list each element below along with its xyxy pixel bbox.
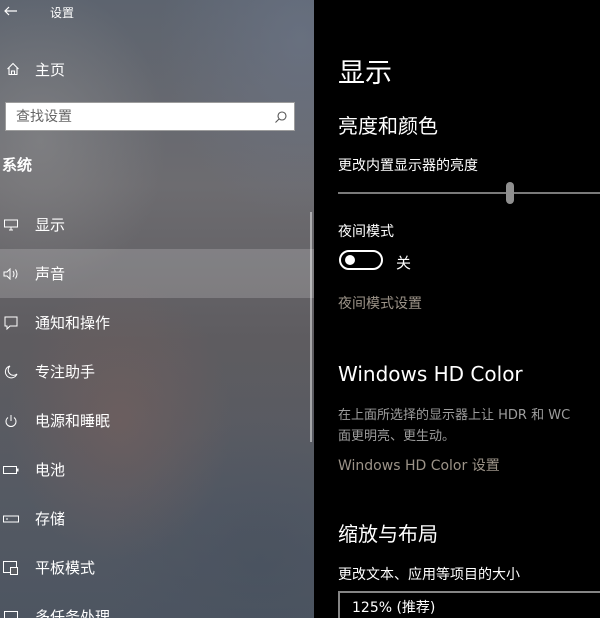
- main-content: 显示 亮度和颜色 更改内置显示器的亮度 夜间模式 关 夜间模式设置 Window…: [314, 0, 600, 618]
- brightness-slider[interactable]: [338, 192, 600, 194]
- sidebar-item-label: 通知和操作: [35, 314, 111, 332]
- sidebar-item-multitasking[interactable]: 多任务处理: [0, 592, 314, 618]
- brightness-heading: 亮度和颜色: [338, 114, 438, 138]
- sidebar-item-label: 电池: [35, 461, 66, 479]
- home-icon: [0, 62, 26, 76]
- search-icon[interactable]: [274, 109, 288, 128]
- multitask-icon: [0, 610, 22, 618]
- power-icon: [0, 414, 22, 428]
- monitor-icon: [0, 219, 22, 231]
- hd-description-line: 面更明亮、更生动。: [338, 429, 456, 444]
- storage-icon: [0, 514, 22, 524]
- home-nav-item[interactable]: 主页: [0, 55, 314, 83]
- sidebar-item-label: 电源和睡眠: [35, 412, 111, 430]
- sidebar-item-sound[interactable]: 声音: [0, 249, 314, 298]
- sidebar-item-label: 声音: [35, 265, 66, 283]
- title-bar: 设置: [0, 0, 314, 22]
- sidebar-item-label: 多任务处理: [35, 608, 111, 618]
- sidebar-item-label: 存储: [35, 510, 66, 528]
- brightness-label: 更改内置显示器的亮度: [338, 158, 478, 174]
- hd-color-description: 在上面所选择的显示器上让 HDR 和 WC 面更明亮、更生动。: [338, 405, 600, 447]
- night-mode-label: 夜间模式: [338, 224, 394, 240]
- hd-description-line: 在上面所选择的显示器上让 HDR 和 WC: [338, 408, 571, 423]
- section-title: 系统: [2, 156, 33, 174]
- speaker-icon: [0, 267, 22, 280]
- night-mode-toggle[interactable]: [339, 250, 383, 270]
- sidebar-item-battery[interactable]: 电池: [0, 445, 314, 494]
- sidebar-item-label: 平板模式: [35, 559, 96, 577]
- scale-dropdown[interactable]: 125% (推荐): [338, 591, 600, 618]
- sidebar: 设置 主页 系统 显示 声音 通知和操作: [0, 0, 314, 618]
- brightness-slider-thumb[interactable]: [506, 182, 514, 204]
- hd-color-settings-link[interactable]: Windows HD Color 设置: [338, 455, 500, 475]
- search-box[interactable]: [5, 102, 295, 131]
- moon-icon: [0, 365, 22, 379]
- sidebar-item-notifications[interactable]: 通知和操作: [0, 298, 314, 347]
- sidebar-item-power[interactable]: 电源和睡眠: [0, 396, 314, 445]
- page-title: 显示: [338, 58, 392, 89]
- battery-icon: [0, 465, 22, 475]
- search-input[interactable]: [6, 107, 268, 126]
- tablet-icon: [0, 560, 22, 575]
- sidebar-item-focus-assist[interactable]: 专注助手: [0, 347, 314, 396]
- scale-label: 更改文本、应用等项目的大小: [338, 567, 520, 583]
- night-mode-state: 关: [396, 254, 412, 272]
- sidebar-item-label: 显示: [35, 216, 66, 234]
- toggle-knob: [345, 255, 355, 265]
- back-arrow-icon: [4, 6, 17, 16]
- sidebar-item-storage[interactable]: 存储: [0, 494, 314, 543]
- scale-layout-heading: 缩放与布局: [338, 522, 438, 546]
- back-button[interactable]: [0, 0, 22, 22]
- sidebar-scrollbar[interactable]: [310, 212, 312, 442]
- hd-color-heading: Windows HD Color: [338, 362, 523, 386]
- sidebar-item-display[interactable]: 显示: [0, 200, 314, 249]
- notification-icon: [0, 316, 22, 330]
- sidebar-item-tablet-mode[interactable]: 平板模式: [0, 543, 314, 592]
- sidebar-item-label: 专注助手: [35, 363, 96, 381]
- home-label: 主页: [35, 60, 66, 79]
- scale-dropdown-value: 125% (推荐): [352, 600, 436, 616]
- night-mode-settings-link[interactable]: 夜间模式设置: [338, 293, 422, 313]
- window-title: 设置: [50, 6, 75, 20]
- sidebar-nav: 显示 声音 通知和操作 专注助手 电源和睡眠 电池 存储 平板模式 多任务处理: [0, 200, 314, 618]
